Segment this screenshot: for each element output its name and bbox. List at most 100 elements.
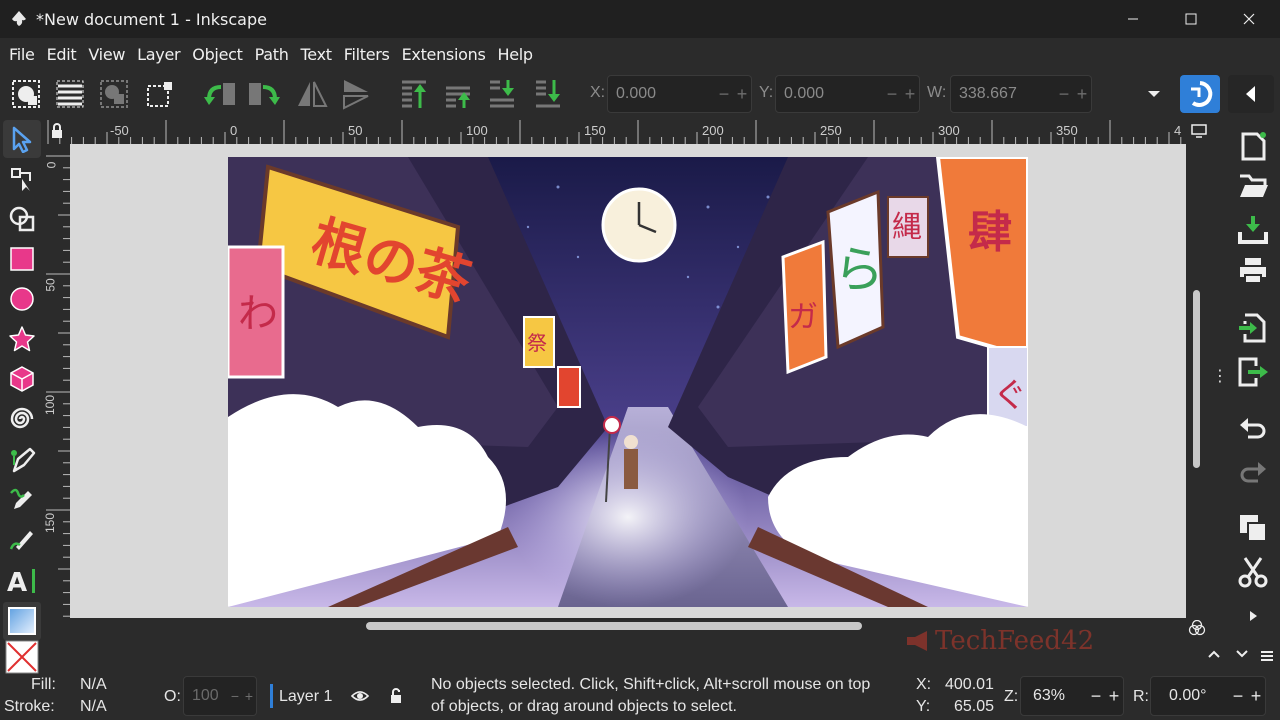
toolbar-overflow-button[interactable] [1136,76,1172,112]
menu-file[interactable]: File [3,45,41,64]
raise-to-top-button[interactable] [396,76,432,112]
horizontal-scrollbar[interactable] [366,622,862,630]
raise-icon [446,86,470,108]
selector-tool[interactable] [3,120,41,158]
rotate-field[interactable]: 0.00° − + [1150,676,1266,716]
stroke-value[interactable]: N/A [80,698,107,716]
flip-vertical-button[interactable] [338,76,374,112]
current-layer[interactable]: Layer 1 [279,688,332,706]
redo-button[interactable] [1230,452,1276,492]
gradient-tool[interactable] [3,602,41,640]
cursor-y-label: Y: [916,698,931,715]
star-tool[interactable] [3,320,41,358]
menu-view[interactable]: View [82,45,131,64]
fill-value[interactable]: N/A [80,676,107,694]
new-document-button[interactable] [1230,126,1276,166]
undo-button[interactable] [1230,408,1276,448]
vertical-scrollbar[interactable] [1193,290,1200,468]
menu-object[interactable]: Object [186,45,248,64]
raise-button[interactable] [440,76,476,112]
minimize-button[interactable] [1104,0,1162,38]
canvas[interactable]: 根の茶 わ 祭 肆 ら ガ 縄 ぐ [70,144,1186,618]
display-mode-button[interactable] [1186,118,1212,144]
layer-color-indicator [270,684,273,708]
stroke-label: Stroke: [4,698,55,715]
w-decrement[interactable]: − [1055,84,1073,105]
pencil-tool[interactable] [3,480,41,518]
y-increment[interactable]: + [901,84,919,105]
flip-horizontal-button[interactable] [294,76,330,112]
layer-lock-toggle[interactable] [386,686,406,706]
close-button[interactable] [1220,0,1278,38]
x-field[interactable]: 0.000 − + [607,75,752,113]
deselect-button[interactable] [142,76,178,112]
pen-tool[interactable] [3,440,41,478]
maximize-button[interactable] [1162,0,1220,38]
vertical-ruler[interactable]: 0 50 100 150 [44,144,70,618]
shape-builder-tool[interactable] [3,200,41,238]
zoom-out[interactable]: − [1087,686,1105,707]
opacity-decrement[interactable]: − [228,688,242,704]
snapping-toggle[interactable] [1180,75,1220,113]
menu-text[interactable]: Text [295,45,338,64]
y-decrement[interactable]: − [883,84,901,105]
lock-guides-button[interactable] [48,122,66,140]
x-decrement[interactable]: − [715,84,733,105]
cursor-y-value: 65.05 [954,698,995,715]
zoom-in[interactable]: + [1105,686,1123,707]
color-mode-button[interactable] [1186,618,1208,638]
snap-options-button[interactable] [1228,75,1274,113]
text-tool[interactable]: A [3,562,41,600]
menu-layer[interactable]: Layer [131,45,186,64]
open-button[interactable] [1230,166,1276,206]
print-button[interactable] [1230,250,1276,290]
y-field[interactable]: 0.000 − + [775,75,920,113]
rotate-increment[interactable]: + [1247,686,1265,707]
rotate-cw-button[interactable] [246,76,282,112]
menu-path[interactable]: Path [249,45,295,64]
ruler-label: 0 [44,161,59,169]
layer-visibility-toggle[interactable] [350,686,370,706]
cut-button[interactable] [1230,552,1276,592]
box-3d-tool[interactable] [3,360,41,398]
rectangle-tool[interactable] [3,240,41,278]
commands-bar [1208,118,1280,674]
select-all-button[interactable] [8,76,44,112]
zoom-field[interactable]: 63% − + [1020,676,1124,716]
select-all-layers-button[interactable] [52,76,88,112]
panel-menu-button[interactable] [1256,644,1278,668]
import-button[interactable] [1230,308,1276,348]
rotate-ccw-button[interactable] [202,76,238,112]
circle-tool[interactable] [3,280,41,318]
y-label: Y: [759,84,774,101]
horizontal-ruler[interactable]: -50 0 50 100 150 200 250 300 350 4 [44,118,1186,144]
rotate-decrement[interactable]: − [1229,686,1247,707]
scroll-down-button[interactable] [1230,642,1254,666]
stroke-indicator[interactable] [3,638,41,676]
lower-button[interactable] [484,76,520,112]
calligraphy-tool[interactable] [3,520,41,558]
menu-edit[interactable]: Edit [41,45,83,64]
x-increment[interactable]: + [733,84,751,105]
duplicate-button[interactable] [1230,508,1276,548]
opacity-increment[interactable]: + [242,688,256,704]
menu-extensions[interactable]: Extensions [396,45,492,64]
menu-help[interactable]: Help [491,45,538,64]
spiral-tool[interactable] [3,400,41,438]
dock-handle[interactable]: ⋮ [1212,366,1228,390]
rotate-value: 0.00° [1169,687,1207,704]
document-page-artwork[interactable]: 根の茶 わ 祭 肆 ら ガ 縄 ぐ [228,157,1028,607]
gradient-icon [8,607,36,635]
menu-filters[interactable]: Filters [338,45,396,64]
select-same-button[interactable] [96,76,132,112]
node-tool[interactable] [3,160,41,198]
export-button[interactable] [1230,352,1276,392]
w-field[interactable]: 338.667 − + [950,75,1092,113]
lower-to-bottom-button[interactable] [530,76,566,112]
scroll-up-button[interactable] [1202,642,1226,666]
w-increment[interactable]: + [1073,84,1091,105]
more-commands-button[interactable] [1230,596,1276,636]
ruler-ticks [46,155,70,617]
save-button[interactable] [1230,210,1276,250]
opacity-field[interactable]: 100 − + [183,676,257,716]
